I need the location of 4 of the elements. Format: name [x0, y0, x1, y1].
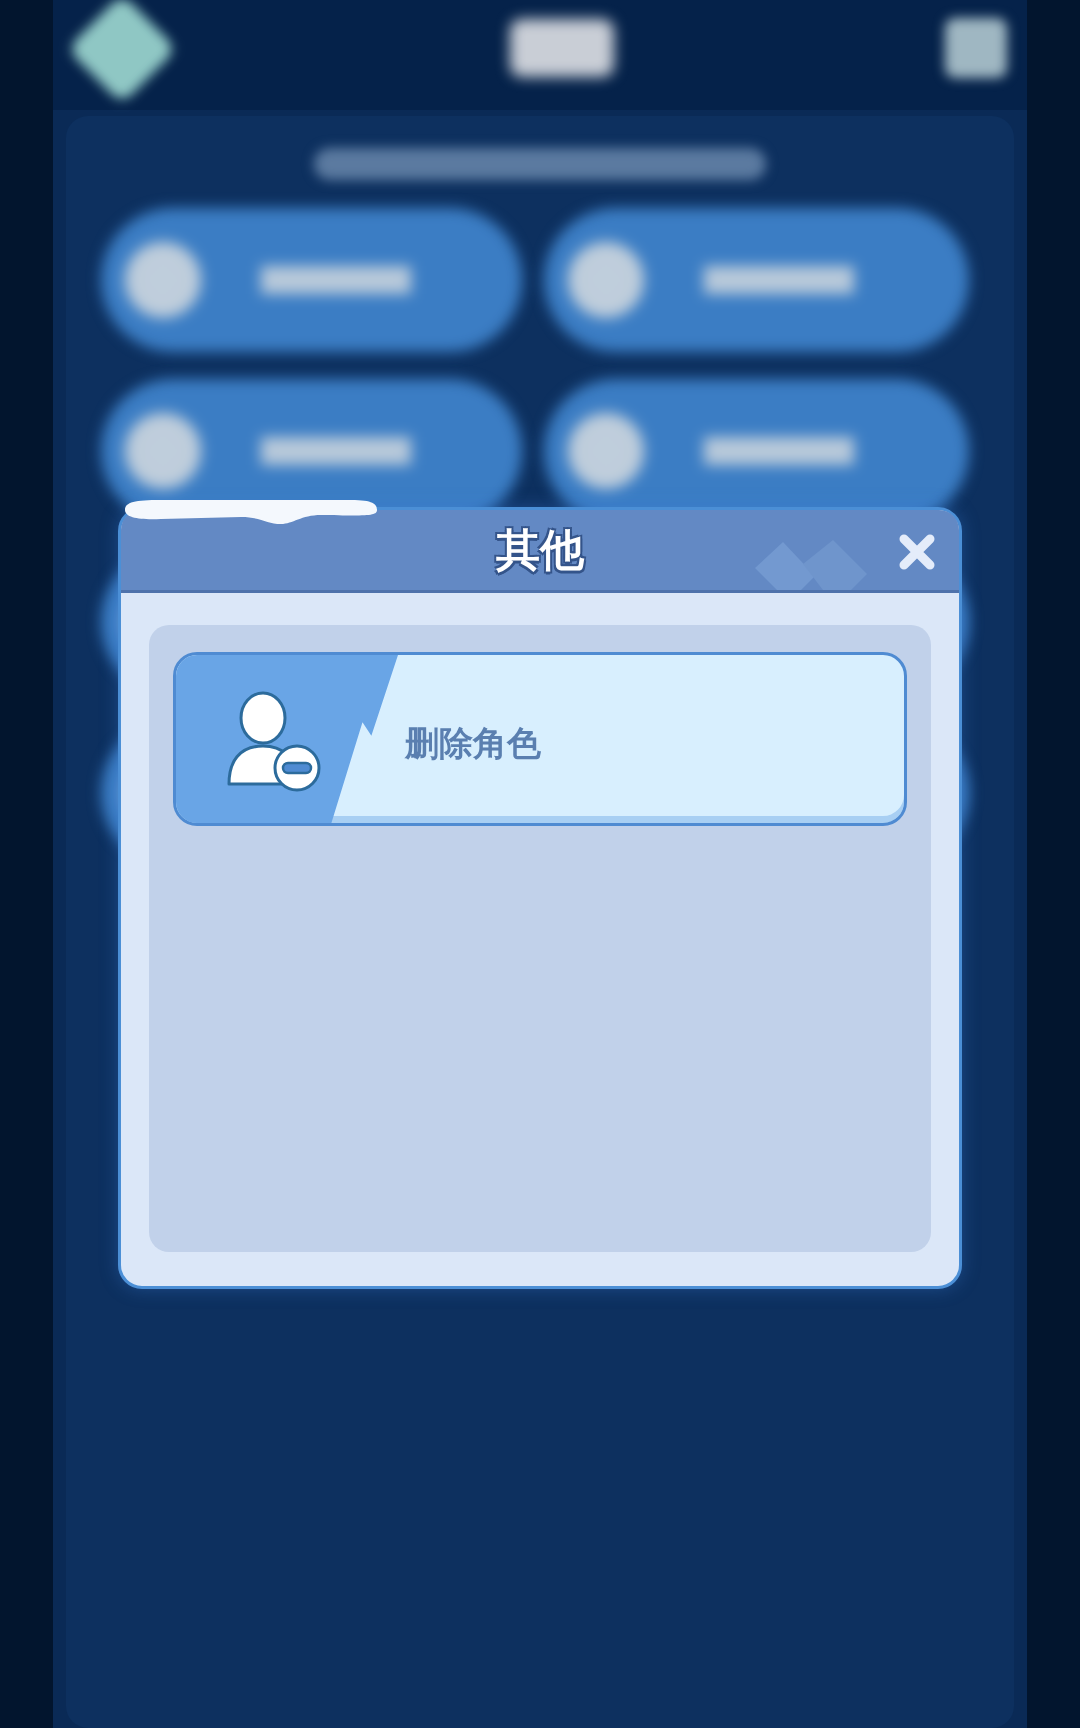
- dialog-title: 其他: [496, 528, 584, 572]
- blurred-icon-drawing: [945, 18, 1007, 78]
- close-icon: [897, 532, 937, 572]
- delete-character-button[interactable]: 删除角色: [173, 652, 907, 826]
